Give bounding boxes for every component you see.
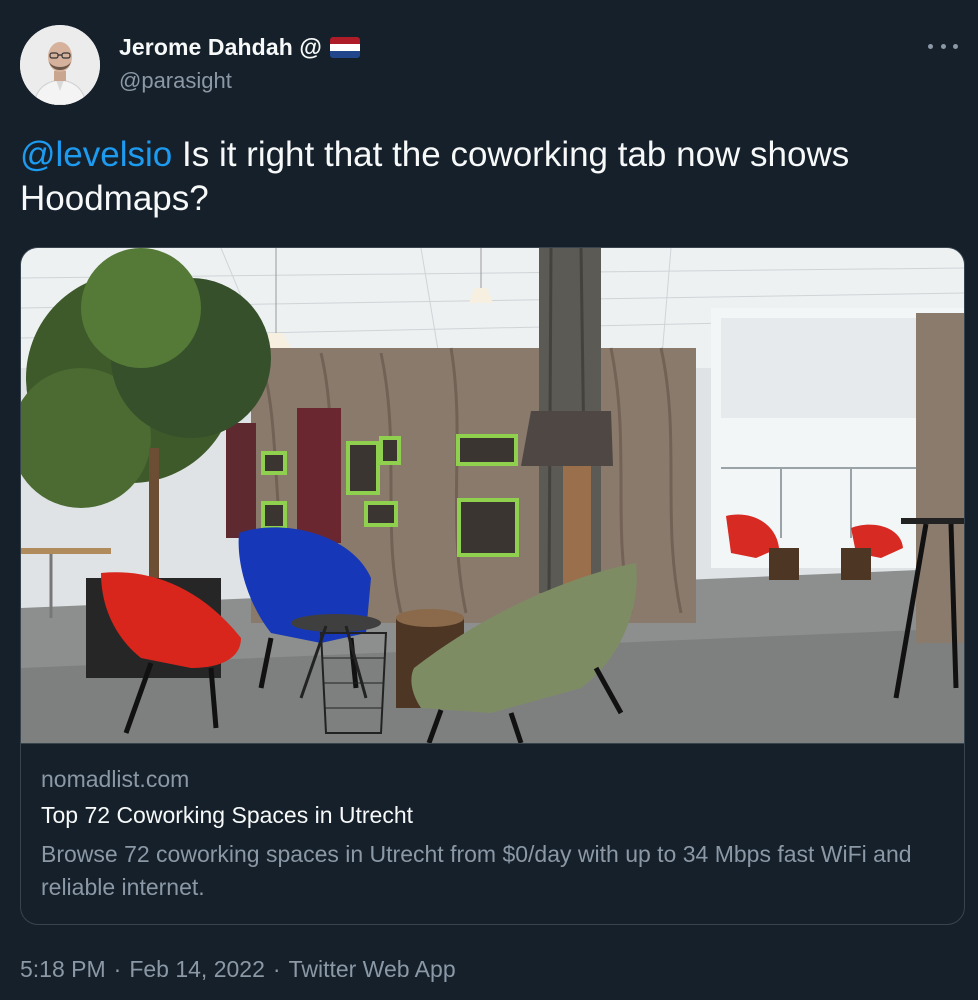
card-description: Browse 72 coworking spaces in Utrecht fr… [41, 841, 912, 900]
tweet-date[interactable]: Feb 14, 2022 [129, 956, 265, 983]
tweet-meta: 5:18 PM · Feb 14, 2022 · Twitter Web App [20, 956, 456, 983]
dot [953, 43, 958, 49]
card-body[interactable]: nomadlist.com Top 72 Coworking Spaces in… [21, 743, 964, 924]
dot [940, 43, 946, 49]
netherlands-flag-icon [329, 37, 360, 58]
tweet: Jerome Dahdah @ @parasight @levelsio Is … [0, 0, 978, 1000]
more-options-icon[interactable] [928, 36, 958, 56]
card-title: Top 72 Coworking Spaces in Utrecht [41, 802, 414, 828]
meta-separator: · [113, 956, 122, 982]
meta-separator: · [272, 956, 281, 982]
dot [928, 43, 933, 49]
tweet-text: @levelsio Is it right that the coworking… [20, 133, 960, 221]
author-handle[interactable]: @parasight [119, 68, 232, 94]
card-domain: nomadlist.com [41, 766, 190, 792]
author-display-name[interactable]: Jerome Dahdah @ [119, 34, 322, 61]
mention-link[interactable]: @levelsio [20, 135, 172, 174]
link-card[interactable]: nomadlist.com Top 72 Coworking Spaces in… [20, 247, 965, 925]
card-image[interactable] [21, 248, 964, 743]
author-name-row[interactable]: Jerome Dahdah @ [119, 34, 360, 61]
tweet-source[interactable]: Twitter Web App [289, 956, 456, 983]
tweet-time[interactable]: 5:18 PM [20, 956, 106, 983]
avatar[interactable] [20, 25, 100, 105]
